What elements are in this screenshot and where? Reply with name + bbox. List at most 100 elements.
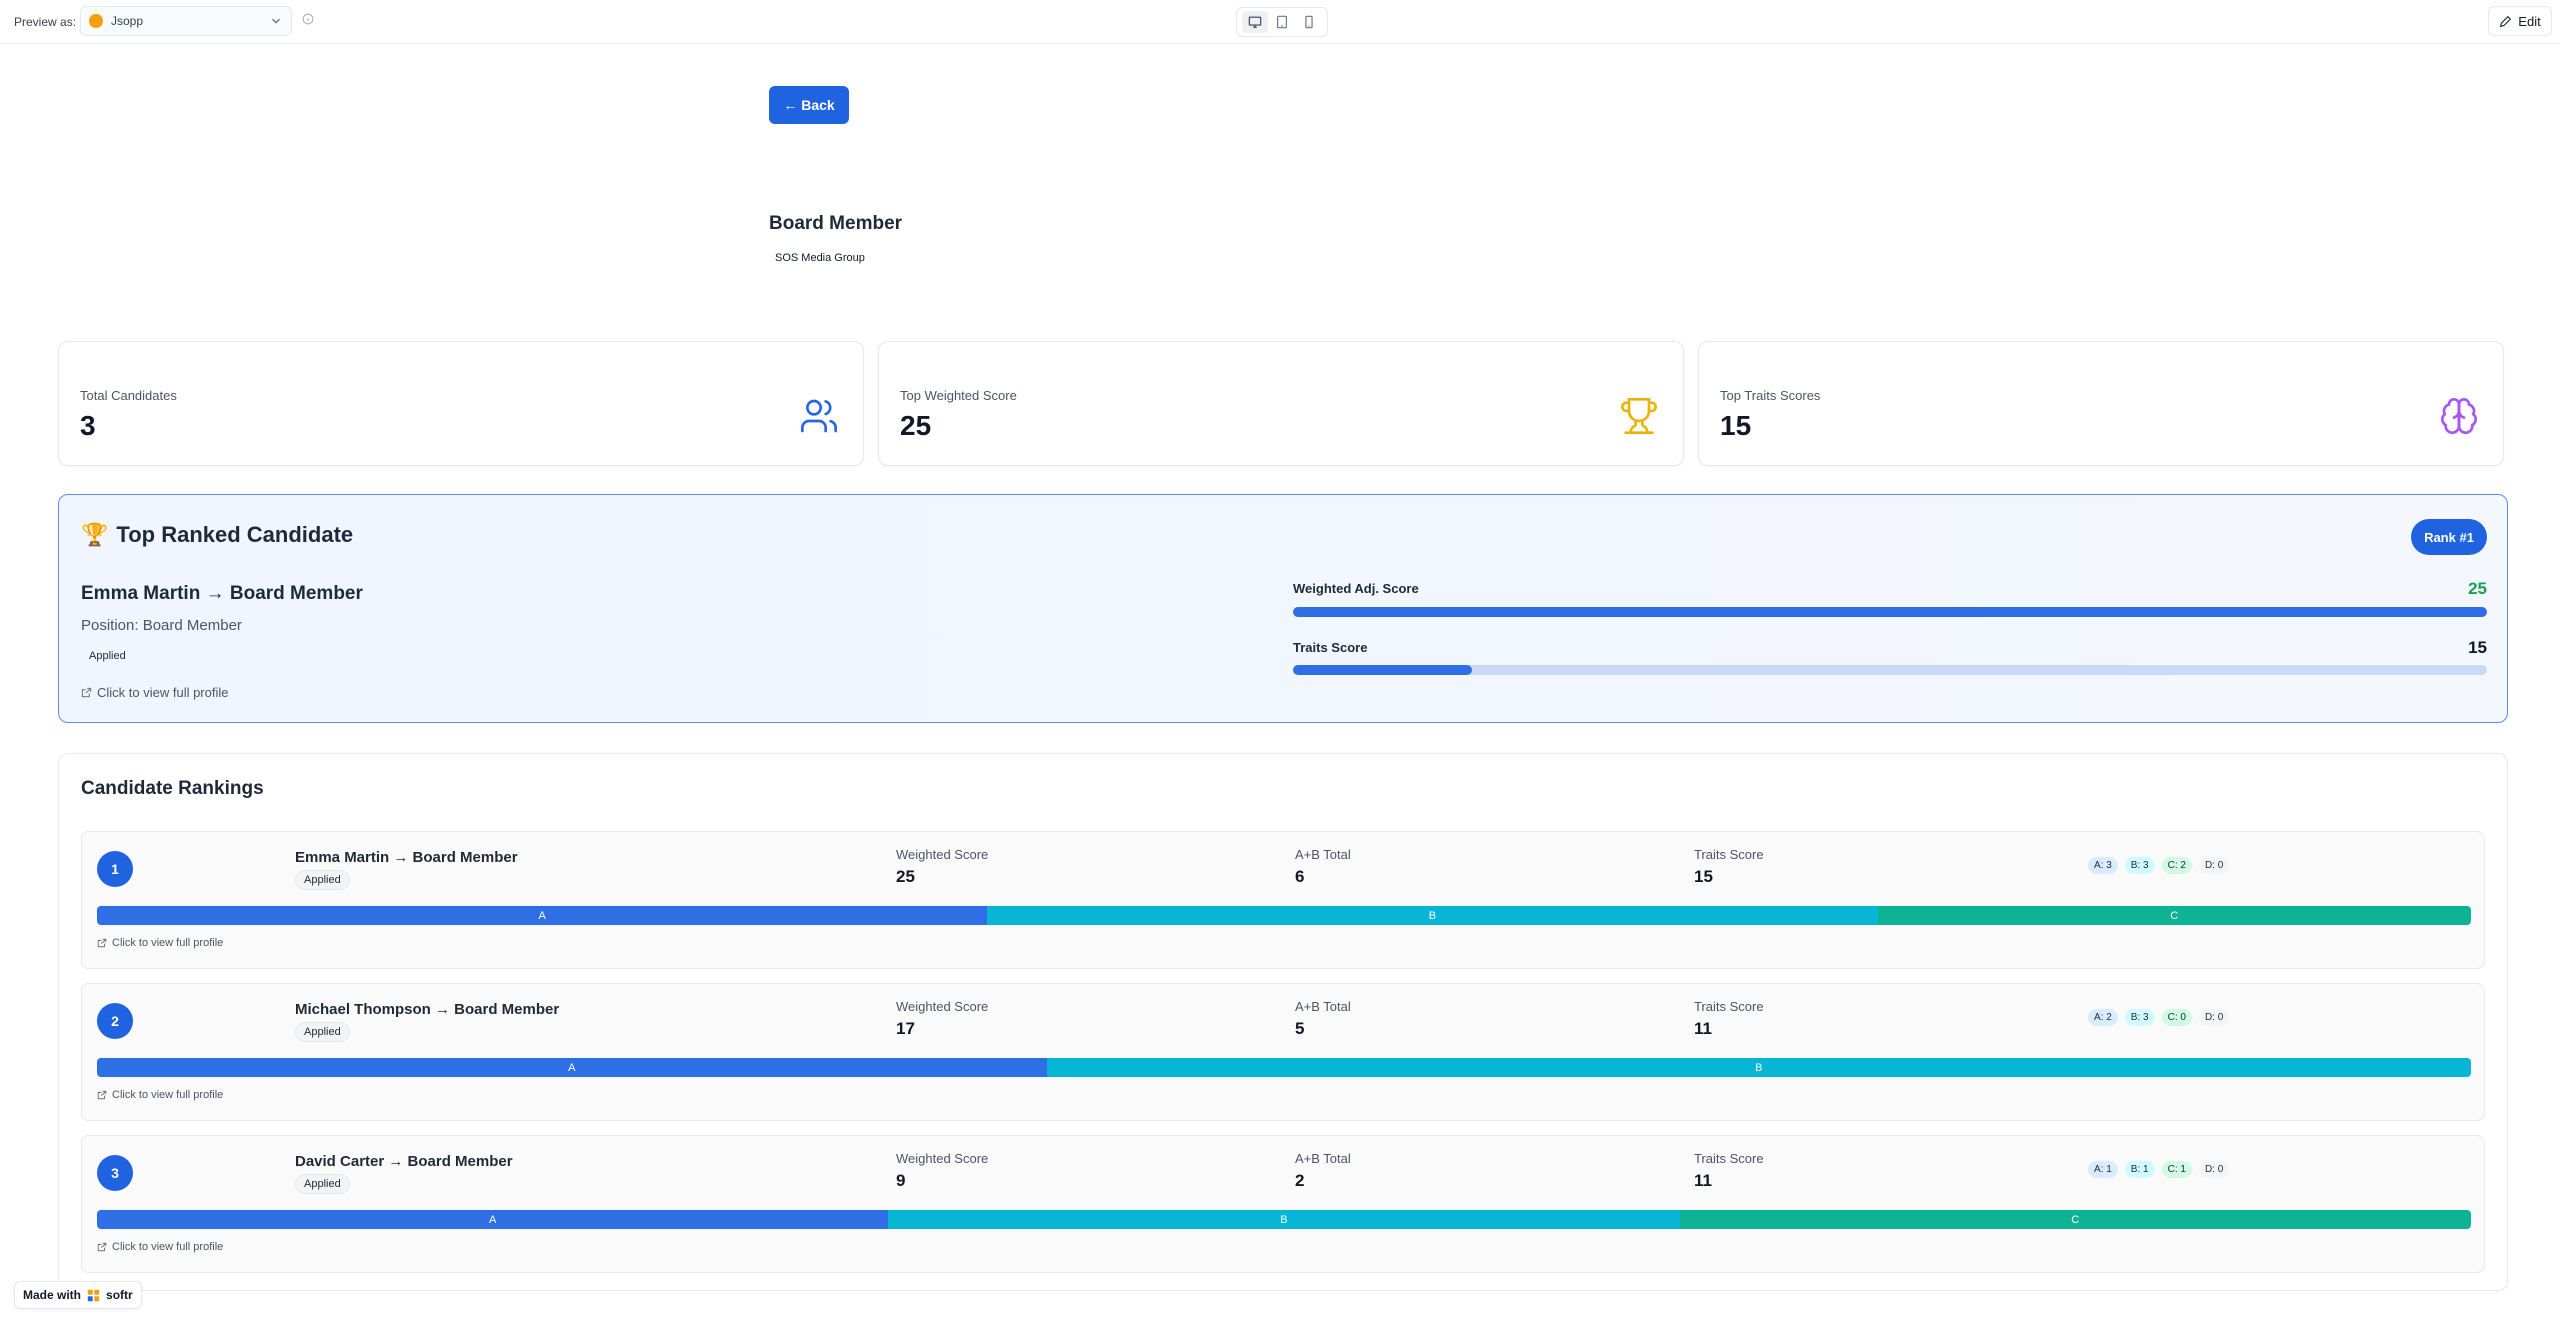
weighted-score-label: Weighted Score: [896, 999, 989, 1014]
view-profile-link[interactable]: Click to view full profile: [97, 1089, 223, 1101]
company-name: SOS Media Group: [775, 252, 865, 264]
view-profile-link[interactable]: Click to view full profile: [97, 937, 223, 949]
traits-score-metric: Traits Score 11: [1694, 1151, 1764, 1191]
traits-score-value: 15: [2468, 638, 2487, 657]
stat-card-total-candidates: Total Candidates 3: [58, 341, 864, 466]
desktop-view-button[interactable]: [1241, 11, 1268, 33]
trophy-emoji-icon: 🏆: [81, 522, 109, 547]
segment-a: A: [97, 1058, 1047, 1077]
chip-a: A: 3: [2088, 857, 2118, 874]
view-profile-label: Click to view full profile: [97, 685, 229, 700]
rankings-heading: Candidate Rankings: [81, 778, 264, 799]
top-candidate-name: Emma Martin → Board Member: [81, 583, 363, 604]
back-button[interactable]: ← Back: [769, 86, 849, 124]
top-ranked-candidate-card[interactable]: 🏆 Top Ranked Candidate Rank #1 Emma Mart…: [58, 494, 2508, 723]
traits-score-bar: [1293, 665, 2487, 675]
status-badge: Applied: [295, 1022, 350, 1042]
status-badge: Applied: [89, 650, 126, 662]
chip-b: B: 3: [2124, 857, 2155, 874]
weighted-score-label: Weighted Score: [896, 1151, 989, 1166]
grade-chips: A: 1 B: 1 C: 1 D: 0: [2088, 1161, 2230, 1178]
preview-user-select[interactable]: Jsopp: [80, 6, 292, 36]
ranking-row[interactable]: 1 Emma Martin → Board Member Applied Weigh…: [81, 831, 2485, 969]
softr-logo-icon: [87, 1289, 100, 1301]
stat-value: 25: [900, 410, 932, 441]
tablet-view-button[interactable]: [1269, 11, 1295, 33]
grade-chips: A: 2 B: 3 C: 0 D: 0: [2088, 1009, 2230, 1026]
weighted-score-value: 9: [896, 1171, 906, 1190]
weighted-score-label: Weighted Score: [896, 847, 989, 862]
grade-distribution-bar: ABC: [97, 906, 2471, 925]
mobile-icon: [1305, 15, 1313, 29]
mobile-view-button[interactable]: [1296, 11, 1322, 33]
ranking-row[interactable]: 2 Michael Thompson → Board Member Applied …: [81, 983, 2485, 1121]
segment-b: B: [888, 1210, 1680, 1229]
candidate-name: David Carter → Board Member: [295, 1153, 513, 1170]
info-icon[interactable]: [302, 13, 314, 25]
stat-label: Total Candidates: [80, 388, 177, 403]
stat-card-top-traits-scores: Top Traits Scores 15: [1698, 341, 2504, 466]
view-profile-link[interactable]: Click to view full profile: [97, 1241, 223, 1253]
traits-score-value: 11: [1694, 1171, 1712, 1190]
stat-value: 3: [80, 410, 96, 441]
chip-a: A: 1: [2088, 1161, 2118, 1178]
segment-a: A: [97, 906, 988, 925]
external-link-icon: [97, 1090, 107, 1100]
chip-c: C: 1: [2161, 1161, 2192, 1178]
view-profile-label: Click to view full profile: [112, 937, 224, 949]
stat-value: 15: [1720, 410, 1752, 441]
weighted-score-value: 25: [896, 867, 915, 886]
segment-a: A: [97, 1210, 889, 1229]
weighted-score-value: 17: [896, 1019, 915, 1038]
weighted-score-label: Weighted Adj. Score: [1293, 581, 1419, 596]
ab-total-label: A+B Total: [1295, 1151, 1351, 1166]
candidate-rankings-section: Candidate Rankings 1 Emma Martin → Board …: [58, 753, 2508, 1291]
weighted-score-value: 25: [2468, 579, 2487, 598]
preview-user-name: Jsopp: [111, 14, 144, 28]
made-with-label: Made with: [23, 1288, 82, 1302]
traits-score-value: 15: [1694, 867, 1713, 886]
chip-b: B: 3: [2124, 1009, 2155, 1026]
segment-c: C: [1679, 1210, 2471, 1229]
top-candidate-heading: 🏆 Top Ranked Candidate: [81, 522, 353, 548]
candidate-name: Michael Thompson → Board Member: [295, 1001, 560, 1018]
weighted-score-bar-fill: [1293, 607, 2487, 617]
chip-d: D: 0: [2198, 1009, 2230, 1026]
external-link-icon: [97, 1242, 107, 1252]
weighted-score-metric: Weighted Score 25: [896, 847, 988, 887]
traits-score-label: Traits Score: [1694, 847, 1764, 862]
device-switcher: [1236, 7, 1328, 37]
ab-total-metric: A+B Total 2: [1295, 1151, 1351, 1191]
made-with-softr-badge[interactable]: Made with softr: [14, 1281, 142, 1309]
preview-as-label: Preview as:: [14, 15, 77, 29]
traits-score-metric: Traits Score 15: [1694, 847, 1764, 887]
rank-number: 1: [97, 851, 133, 887]
weighted-score-metric: Weighted Score 17: [896, 999, 988, 1039]
edit-button[interactable]: Edit: [2488, 6, 2552, 36]
pencil-icon: [2500, 15, 2512, 27]
traits-score-metric: Traits Score 11: [1694, 999, 1764, 1039]
ranking-row[interactable]: 3 David Carter → Board Member Applied Weig…: [81, 1135, 2485, 1273]
external-link-icon: [97, 938, 107, 948]
weighted-score-metric: Weighted Score 9: [896, 1151, 988, 1191]
traits-score-label: Traits Score: [1293, 640, 1368, 655]
ab-total-value: 2: [1295, 1171, 1305, 1190]
view-profile-link[interactable]: Click to view full profile: [81, 685, 229, 700]
segment-b: B: [987, 906, 1878, 925]
ab-total-value: 5: [1295, 1019, 1305, 1038]
status-badge: Applied: [295, 1174, 350, 1194]
chip-c: C: 0: [2161, 1009, 2192, 1026]
grade-distribution-bar: AB: [97, 1058, 2471, 1077]
ab-total-label: A+B Total: [1295, 847, 1351, 862]
external-link-icon: [81, 687, 92, 698]
chevron-down-icon: [272, 18, 280, 24]
brain-icon: [2441, 398, 2477, 434]
weighted-score-row: Weighted Adj. Score 25: [1293, 579, 2487, 617]
users-icon: [801, 399, 837, 433]
segment-b: B: [1046, 1058, 2471, 1077]
chip-b: B: 1: [2124, 1161, 2155, 1178]
view-profile-label: Click to view full profile: [112, 1241, 224, 1253]
traits-score-value: 11: [1694, 1019, 1712, 1038]
chip-c: C: 2: [2161, 857, 2192, 874]
desktop-icon: [1248, 16, 1261, 28]
